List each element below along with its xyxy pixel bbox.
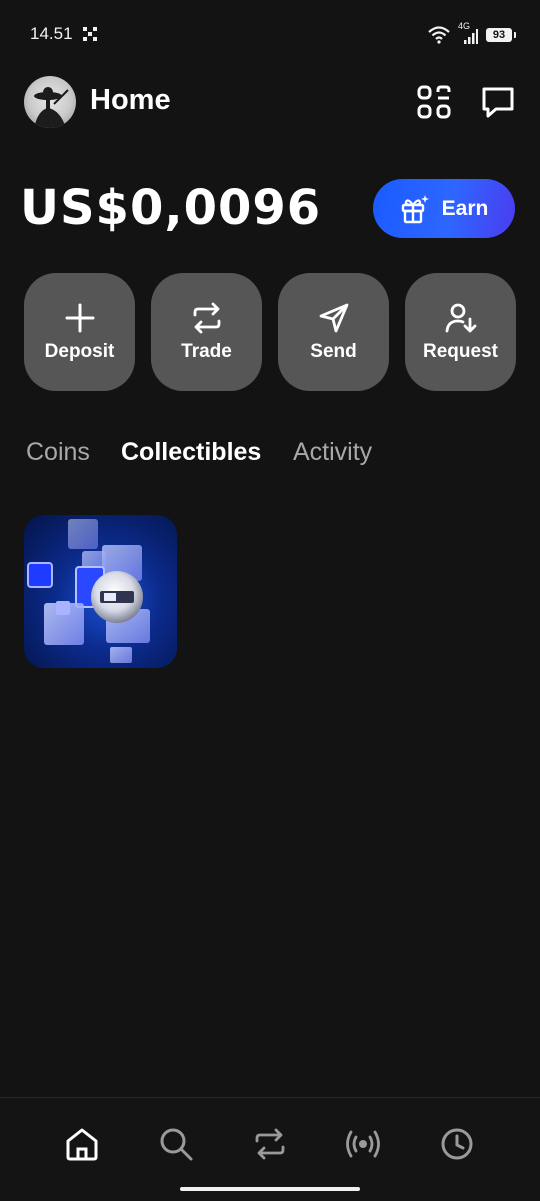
qr-scan-icon[interactable]	[416, 84, 452, 120]
collectible-item[interactable]	[24, 515, 177, 668]
request-label: Request	[423, 341, 498, 362]
collectible-nft-image	[27, 519, 150, 663]
action-row: Deposit Trade Send Request	[24, 273, 516, 391]
send-button[interactable]: Send	[278, 273, 389, 391]
swap-icon	[193, 302, 220, 334]
plus-icon	[65, 303, 94, 333]
notification-x-icon	[83, 27, 97, 41]
message-icon[interactable]	[480, 84, 516, 120]
request-user-icon	[445, 303, 476, 333]
earn-label: Earn	[441, 196, 489, 220]
tab-activity[interactable]: Activity	[293, 438, 372, 467]
broadcast-icon[interactable]	[345, 1126, 381, 1162]
request-button[interactable]: Request	[405, 273, 516, 391]
header: Home	[24, 76, 516, 130]
battery-indicator: 93	[486, 28, 516, 42]
bottom-navigation	[0, 1097, 540, 1201]
profile-avatar[interactable]	[24, 76, 76, 128]
trade-label: Trade	[181, 341, 232, 362]
send-icon	[319, 303, 348, 333]
clock-icon[interactable]	[439, 1126, 475, 1162]
page-title: Home	[90, 84, 171, 116]
status-bar: 14.51 4G 93	[0, 0, 540, 70]
balance-amount: US$0,0096	[20, 180, 322, 236]
search-icon[interactable]	[158, 1126, 194, 1162]
wifi-icon	[428, 26, 450, 44]
status-time: 14.51	[30, 24, 73, 43]
tab-coins[interactable]: Coins	[26, 438, 90, 467]
signal-icon	[464, 29, 478, 44]
gift-icon	[401, 194, 429, 223]
send-label: Send	[310, 341, 357, 362]
deposit-button[interactable]: Deposit	[24, 273, 135, 391]
trade-button[interactable]: Trade	[151, 273, 262, 391]
swap-icon[interactable]	[252, 1126, 288, 1162]
deposit-label: Deposit	[44, 341, 115, 362]
home-icon[interactable]	[64, 1126, 100, 1162]
home-indicator[interactable]	[180, 1187, 360, 1191]
avatar-image	[34, 87, 69, 128]
tab-collectibles[interactable]: Collectibles	[121, 438, 261, 467]
cell-signal: 4G	[458, 21, 478, 45]
earn-button[interactable]: Earn	[373, 179, 515, 238]
